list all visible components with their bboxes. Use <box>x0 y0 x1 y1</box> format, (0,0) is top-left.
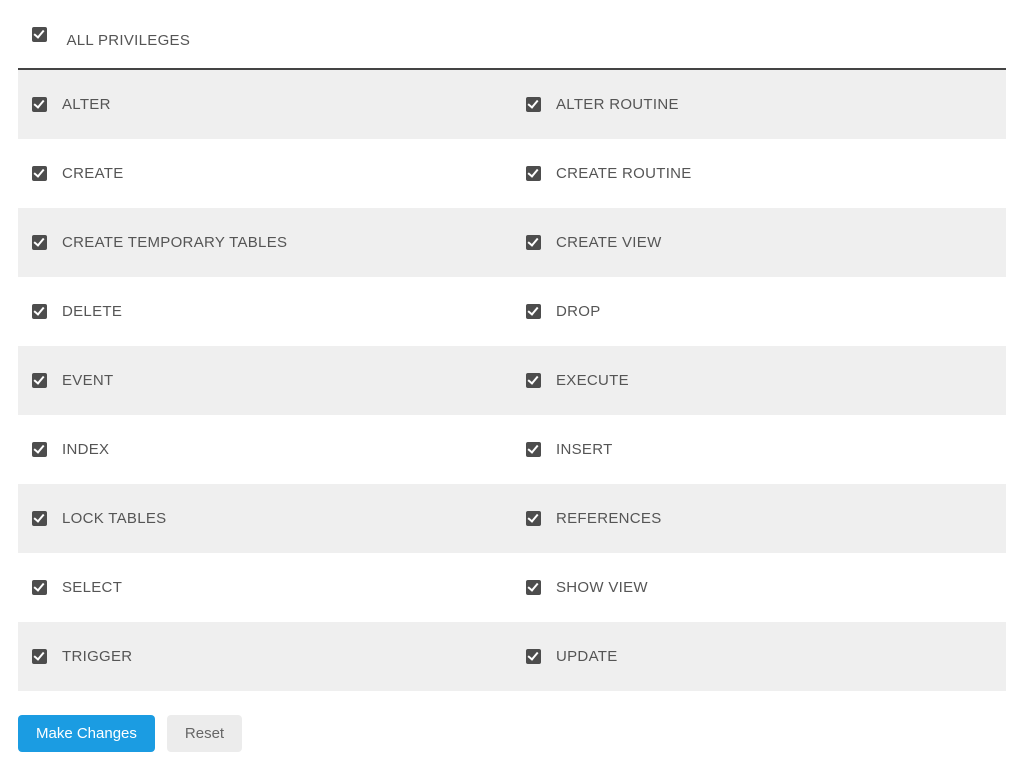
reset-button[interactable]: Reset <box>167 715 242 752</box>
privilege-cell: TRIGGER <box>18 622 512 691</box>
privilege-label: SELECT <box>62 579 122 596</box>
drop-checkbox[interactable] <box>526 304 541 319</box>
privilege-label: CREATE <box>62 165 124 182</box>
table-row: CREATE CREATE ROUTINE <box>18 139 1006 208</box>
alter-routine-checkbox[interactable] <box>526 97 541 112</box>
privilege-cell: UPDATE <box>512 622 1006 691</box>
privilege-cell: LOCK TABLES <box>18 484 512 553</box>
create-checkbox[interactable] <box>32 166 47 181</box>
alter-checkbox[interactable] <box>32 97 47 112</box>
table-row: ALTER ALTER ROUTINE <box>18 70 1006 139</box>
privilege-label: ALTER <box>62 96 111 113</box>
privilege-cell: INDEX <box>18 415 512 484</box>
select-checkbox[interactable] <box>32 580 47 595</box>
privilege-cell: SHOW VIEW <box>512 553 1006 622</box>
privilege-cell: REFERENCES <box>512 484 1006 553</box>
privilege-label: EXECUTE <box>556 372 629 389</box>
table-row: INDEX INSERT <box>18 415 1006 484</box>
table-row: DELETE DROP <box>18 277 1006 346</box>
privilege-cell: ALTER ROUTINE <box>512 70 1006 139</box>
all-privileges-label: ALL PRIVILEGES <box>66 32 190 49</box>
all-privileges-row: ALL PRIVILEGES <box>18 18 1006 68</box>
lock-tables-checkbox[interactable] <box>32 511 47 526</box>
privilege-cell: SELECT <box>18 553 512 622</box>
all-privileges-checkbox[interactable] <box>32 27 47 42</box>
privilege-cell: CREATE <box>18 139 512 208</box>
update-checkbox[interactable] <box>526 649 541 664</box>
create-temporary-tables-checkbox[interactable] <box>32 235 47 250</box>
privilege-label: SHOW VIEW <box>556 579 648 596</box>
privilege-cell: CREATE VIEW <box>512 208 1006 277</box>
privilege-cell: DROP <box>512 277 1006 346</box>
privilege-label: LOCK TABLES <box>62 510 166 527</box>
action-buttons: Make Changes Reset <box>18 715 1006 752</box>
privilege-cell: DELETE <box>18 277 512 346</box>
table-row: SELECT SHOW VIEW <box>18 553 1006 622</box>
show-view-checkbox[interactable] <box>526 580 541 595</box>
privilege-label: EVENT <box>62 372 114 389</box>
privilege-label: UPDATE <box>556 648 618 665</box>
insert-checkbox[interactable] <box>526 442 541 457</box>
privileges-table: ALTER ALTER ROUTINE CREATE CREATE ROUTIN… <box>18 68 1006 691</box>
table-row: CREATE TEMPORARY TABLES CREATE VIEW <box>18 208 1006 277</box>
privilege-cell: EXECUTE <box>512 346 1006 415</box>
execute-checkbox[interactable] <box>526 373 541 388</box>
create-view-checkbox[interactable] <box>526 235 541 250</box>
privilege-label: TRIGGER <box>62 648 132 665</box>
privilege-cell: CREATE ROUTINE <box>512 139 1006 208</box>
privilege-label: REFERENCES <box>556 510 662 527</box>
create-routine-checkbox[interactable] <box>526 166 541 181</box>
privilege-cell: INSERT <box>512 415 1006 484</box>
event-checkbox[interactable] <box>32 373 47 388</box>
trigger-checkbox[interactable] <box>32 649 47 664</box>
privilege-label: CREATE TEMPORARY TABLES <box>62 234 287 251</box>
delete-checkbox[interactable] <box>32 304 47 319</box>
privilege-label: INSERT <box>556 441 613 458</box>
privilege-label: ALTER ROUTINE <box>556 96 679 113</box>
privilege-label: CREATE VIEW <box>556 234 662 251</box>
privilege-label: CREATE ROUTINE <box>556 165 692 182</box>
privilege-label: DELETE <box>62 303 122 320</box>
make-changes-button[interactable]: Make Changes <box>18 715 155 752</box>
privilege-cell: EVENT <box>18 346 512 415</box>
table-row: LOCK TABLES REFERENCES <box>18 484 1006 553</box>
privilege-label: DROP <box>556 303 601 320</box>
privilege-label: INDEX <box>62 441 109 458</box>
privilege-cell: CREATE TEMPORARY TABLES <box>18 208 512 277</box>
privilege-cell: ALTER <box>18 70 512 139</box>
references-checkbox[interactable] <box>526 511 541 526</box>
index-checkbox[interactable] <box>32 442 47 457</box>
table-row: EVENT EXECUTE <box>18 346 1006 415</box>
table-row: TRIGGER UPDATE <box>18 622 1006 691</box>
